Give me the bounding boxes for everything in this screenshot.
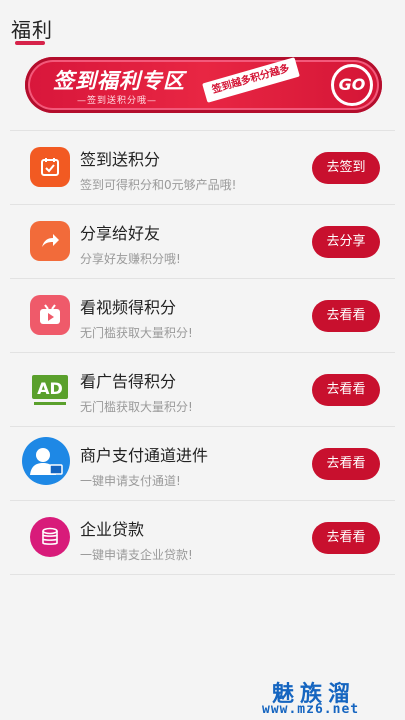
item-title: 看视频得积分 (80, 298, 177, 317)
header: 福利 (0, 0, 405, 52)
coins-stack-icon (30, 517, 70, 557)
banner-subtitle: —签到送积分哦— (77, 96, 158, 106)
item-title: 看广告得积分 (80, 372, 177, 391)
list-item-merchant[interactable]: 商户支付通道进件 一键申请支付通道! 去看看 (10, 427, 395, 501)
banner-tag: 签到越多积分越多 (202, 57, 300, 103)
calendar-check-icon (30, 147, 70, 187)
title-underline (15, 41, 45, 45)
item-subtitle: 签到可得积分和0元够产品哦! (80, 178, 237, 192)
share-button[interactable]: 去分享 (312, 226, 380, 258)
list-item-ad[interactable]: AD 看广告得积分 无门槛获取大量积分! 去看看 (10, 353, 395, 427)
item-title: 商户支付通道进件 (80, 446, 209, 465)
share-arrow-icon (30, 221, 70, 261)
task-list: 签到送积分 签到可得积分和0元够产品哦! 去签到 分享给好友 分享好友赚积分哦!… (10, 131, 395, 575)
loan-button[interactable]: 去看看 (312, 522, 380, 554)
watch-ad-button[interactable]: 去看看 (312, 374, 380, 406)
item-subtitle: 无门槛获取大量积分! (80, 400, 193, 414)
item-subtitle: 无门槛获取大量积分! (80, 326, 193, 340)
page-title: 福利 (11, 18, 53, 42)
watermark-url: www.mz6.net (262, 702, 360, 717)
tv-play-icon (30, 295, 70, 335)
go-button[interactable]: GO (331, 64, 373, 106)
banner-title: 签到福利专区 (53, 69, 185, 93)
checkin-button[interactable]: 去签到 (312, 152, 380, 184)
item-subtitle: 分享好友赚积分哦! (80, 252, 181, 266)
item-title: 签到送积分 (80, 150, 161, 169)
item-subtitle: 一键申请支付通道! (80, 474, 181, 488)
merchant-user-icon (22, 437, 70, 485)
merchant-button[interactable]: 去看看 (312, 448, 380, 480)
item-title: 分享给好友 (80, 224, 161, 243)
ad-board-icon: AD (30, 369, 70, 409)
item-subtitle: 一键申请支企业贷款! (80, 548, 193, 562)
svg-text:AD: AD (37, 379, 63, 398)
list-item-video[interactable]: 看视频得积分 无门槛获取大量积分! 去看看 (10, 279, 395, 353)
watermark: 魅族溜 www.mz6.net (262, 676, 397, 720)
list-item-checkin[interactable]: 签到送积分 签到可得积分和0元够产品哦! 去签到 (10, 131, 395, 205)
item-title: 企业贷款 (80, 520, 145, 539)
watch-video-button[interactable]: 去看看 (312, 300, 380, 332)
list-item-loan[interactable]: 企业贷款 一键申请支企业贷款! 去看看 (10, 501, 395, 575)
checkin-banner[interactable]: 签到福利专区 —签到送积分哦— 签到越多积分越多 GO (25, 57, 382, 113)
list-item-share[interactable]: 分享给好友 分享好友赚积分哦! 去分享 (10, 205, 395, 279)
